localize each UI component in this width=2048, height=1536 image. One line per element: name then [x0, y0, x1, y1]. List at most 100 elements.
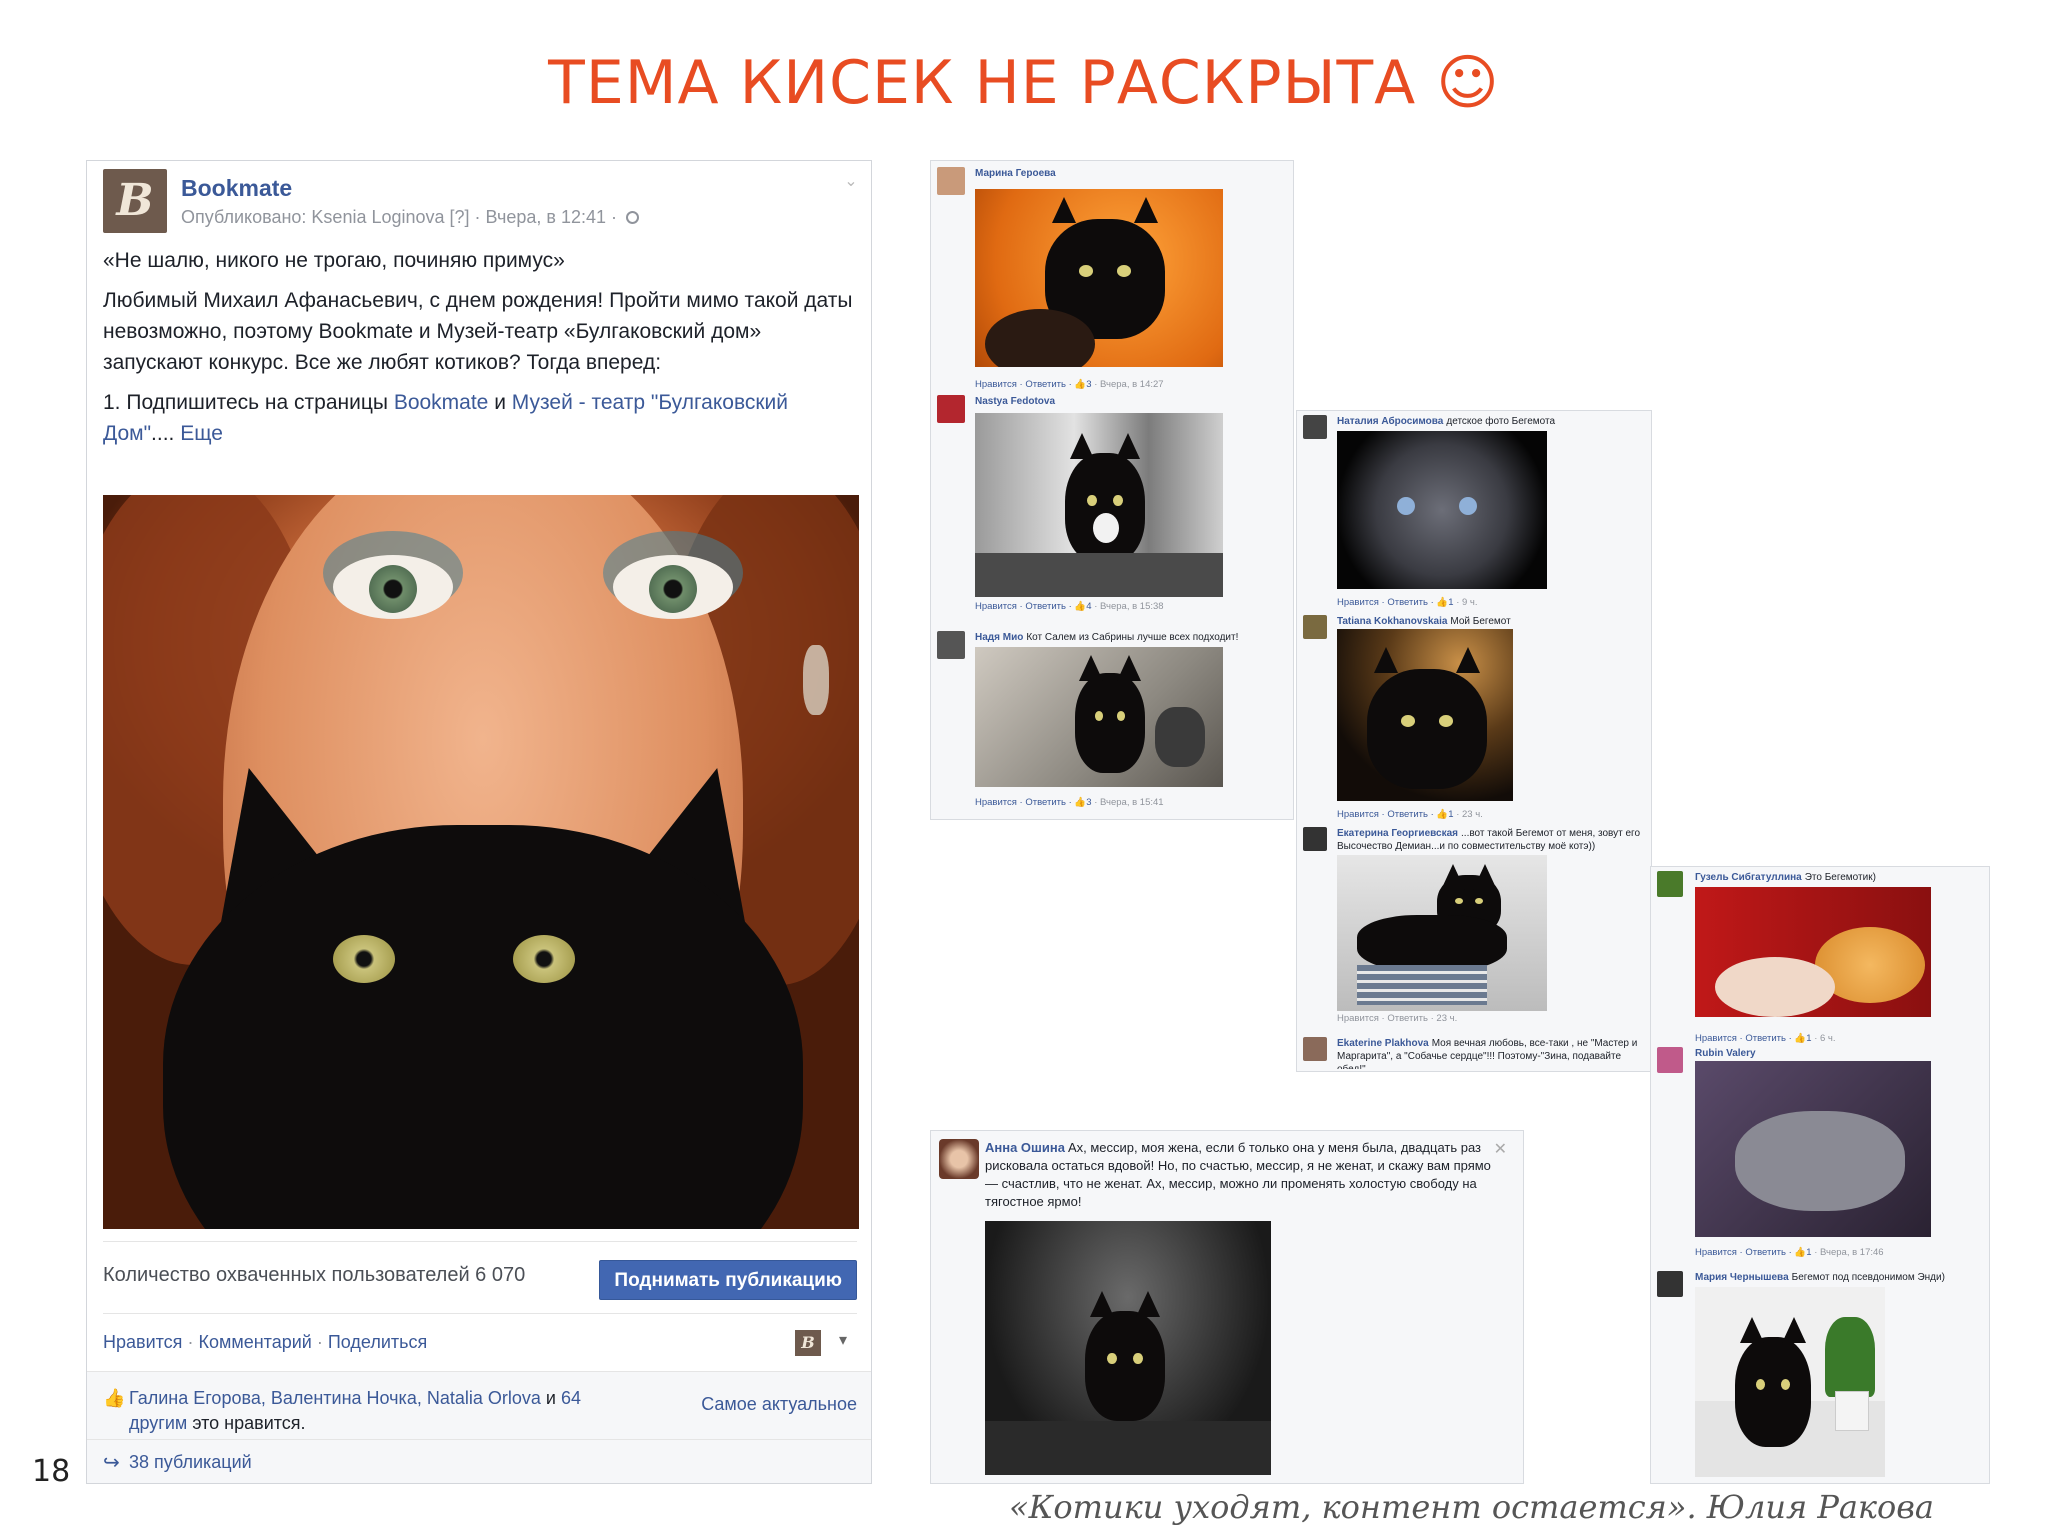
commenter-name[interactable]: Rubin Valery: [1695, 1048, 1756, 1059]
comment-time: · Вчера, в 17:46: [1811, 1247, 1884, 1258]
comment-photo[interactable]: [975, 413, 1223, 597]
avatar[interactable]: [1657, 1047, 1683, 1073]
post-paragraph: Любимый Михаил Афанасьевич, с днем рожде…: [103, 289, 853, 374]
comment-text: Бегемот под псевдонимом Энди): [1791, 1272, 1945, 1283]
comment-actions[interactable]: Нравится · Ответить ·: [1337, 597, 1436, 608]
likes-summary: 👍 Галина Егорова, Валентина Ночка, Natal…: [87, 1371, 871, 1439]
facebook-post: B Bookmate Опубликовано: Ksenia Loginova…: [86, 160, 872, 1484]
page-avatar-selector[interactable]: B: [795, 1330, 821, 1356]
avatar[interactable]: [1657, 871, 1683, 897]
avatar[interactable]: [1303, 415, 1327, 439]
commenter-name[interactable]: Ekaterine Plakhova: [1337, 1038, 1429, 1049]
post-step: 1. Подпишитесь на страницы Bookmate и Му…: [103, 387, 863, 449]
avatar[interactable]: [937, 631, 965, 659]
likers-names[interactable]: Галина Егорова, Валентина Ночка, Natalia…: [129, 1388, 541, 1408]
avatar[interactable]: [1303, 827, 1327, 851]
comment-time: · 23 ч.: [1453, 809, 1483, 820]
thumbs-up-icon: 👍: [1074, 379, 1087, 390]
likers-and: и: [545, 1388, 556, 1408]
avatar[interactable]: [939, 1139, 979, 1179]
avatar[interactable]: [937, 395, 965, 423]
comments-panel-3: Гузель Сибгатуллина Это Бегемотик) Нравит…: [1650, 866, 1990, 1484]
comment-photo[interactable]: [985, 1221, 1271, 1475]
commenter-name[interactable]: Екатерина Георгиевская: [1337, 828, 1458, 839]
comment-photo[interactable]: [1337, 431, 1547, 589]
avatar[interactable]: [1657, 1271, 1683, 1297]
comment-actions[interactable]: Нравится · Ответить ·: [975, 797, 1074, 808]
caret-down-icon[interactable]: ▾: [839, 1330, 847, 1350]
commenter-name[interactable]: Марина Героева: [975, 168, 1056, 179]
commenter-name[interactable]: Nastya Fedotova: [975, 396, 1055, 407]
commenter-name[interactable]: Анна Ошина: [985, 1140, 1065, 1155]
comment-photo[interactable]: [1695, 1287, 1885, 1477]
likers-suffix: это нравится.: [192, 1413, 306, 1433]
reach-row: Количество охваченных пользователей 6 07…: [103, 1241, 857, 1313]
slide-number: 18: [32, 1454, 71, 1489]
comment-photo[interactable]: [1337, 629, 1513, 801]
slide-title: ТЕМА КИСЕК НЕ РАСКРЫТА ☺: [548, 48, 1500, 118]
comment: Rubin Valery Нравится · Ответить · 👍1 · …: [1657, 1047, 1987, 1267]
comment: Надя Мио Кот Салем из Сабрины лучше всех …: [937, 631, 1287, 817]
page-name-link[interactable]: Bookmate: [181, 175, 292, 202]
comment-photo[interactable]: [1695, 887, 1931, 1017]
shares-count[interactable]: 38 публикаций: [129, 1452, 252, 1473]
comment-actions[interactable]: Нравится · Ответить ·: [975, 379, 1074, 390]
comment-photo[interactable]: [975, 647, 1223, 787]
bookmate-logo[interactable]: B: [103, 169, 167, 233]
avatar[interactable]: [937, 167, 965, 195]
thumbs-up-icon: 👍: [1794, 1247, 1807, 1258]
commenter-name[interactable]: Tatiana Kokhanovskaia: [1337, 616, 1447, 627]
avatar[interactable]: [1303, 615, 1327, 639]
comment-actions[interactable]: Нравится · Ответить ·: [975, 601, 1074, 612]
published-by[interactable]: Опубликовано: Ksenia Loginova: [181, 207, 445, 227]
boost-post-button[interactable]: Поднимать публикацию: [599, 1260, 857, 1300]
comment: Мария Чернышева Бегемот под псевдонимом Э…: [1657, 1271, 1987, 1481]
comment-actions[interactable]: Нравится · Ответить ·: [1695, 1247, 1794, 1258]
comment-actions[interactable]: Нравится · Ответить · 23 ч.: [1337, 1013, 1457, 1024]
comment: Анна Ошина Ах, мессир, моя жена, если б т…: [939, 1139, 1509, 1479]
comment-photo[interactable]: [975, 189, 1223, 367]
bookmate-link[interactable]: Bookmate: [394, 391, 489, 414]
comments-panel-1: Марина Героева Нравится · Ответить · 👍3 …: [930, 160, 1294, 820]
comment-photo[interactable]: [1695, 1061, 1931, 1237]
comment-photo[interactable]: [1337, 855, 1547, 1011]
see-more-link[interactable]: Еще: [180, 422, 223, 445]
thumbs-up-icon: 👍: [1794, 1033, 1807, 1044]
comment-text: Это Бегемотик): [1804, 872, 1876, 883]
photo-earring: [803, 645, 829, 715]
published-time[interactable]: [?] · Вчера, в 12:41 ·: [450, 207, 617, 227]
post-actions: Нравится · Комментарий · Поделиться B ▾: [103, 1313, 857, 1371]
comment-actions[interactable]: Нравится · Ответить ·: [1337, 809, 1436, 820]
comment: Гузель Сибгатуллина Это Бегемотик) Нравит…: [1657, 871, 1987, 1051]
comment-time: · Вчера, в 14:27: [1091, 379, 1164, 390]
share-link[interactable]: Поделиться: [328, 1332, 427, 1352]
avatar[interactable]: [1303, 1037, 1327, 1061]
comment-time: · Вчера, в 15:41: [1091, 797, 1164, 808]
post-text: «Не шалю, никого не трогаю, починяю прим…: [103, 245, 863, 458]
thumbs-up-icon: 👍: [103, 1388, 126, 1408]
chevron-down-icon[interactable]: ⌄: [841, 171, 861, 190]
comments-panel-4: ✕ Анна Ошина Ах, мессир, моя жена, если б…: [930, 1130, 1524, 1484]
comment-link[interactable]: Комментарий: [198, 1332, 311, 1352]
comment-sort-dropdown[interactable]: Самое актуальное: [701, 1394, 857, 1415]
reach-count[interactable]: Количество охваченных пользователей 6 07…: [103, 1264, 525, 1287]
thumbs-up-icon: 👍: [1436, 597, 1449, 608]
comment-time: · 6 ч.: [1811, 1033, 1836, 1044]
comment-actions[interactable]: Нравится · Ответить ·: [1695, 1033, 1794, 1044]
commenter-name[interactable]: Надя Мио: [975, 632, 1023, 643]
post-quote: «Не шалю, никого не трогаю, починяю прим…: [103, 249, 565, 272]
step-text: 1. Подпишитесь на страницы: [103, 391, 388, 414]
commenter-name[interactable]: Гузель Сибгатуллина: [1695, 872, 1802, 883]
globe-icon: [626, 211, 639, 224]
comments-panel-2: Наталия Абросимова детское фото Бегемота …: [1296, 410, 1652, 1072]
like-link[interactable]: Нравится: [103, 1332, 182, 1352]
commenter-name[interactable]: Наталия Абросимова: [1337, 416, 1443, 427]
comment: Nastya Fedotova Нравится · Ответить · 👍4…: [937, 395, 1287, 615]
thumbs-up-icon: 👍: [1074, 797, 1087, 808]
thumbs-up-icon: 👍: [1436, 809, 1449, 820]
comment: Наталия Абросимова детское фото Бегемота …: [1303, 415, 1647, 611]
share-icon: ↪: [103, 1452, 120, 1474]
comment-text: детское фото Бегемота: [1446, 416, 1556, 427]
commenter-name[interactable]: Мария Чернышева: [1695, 1272, 1789, 1283]
post-photo[interactable]: [103, 495, 859, 1229]
